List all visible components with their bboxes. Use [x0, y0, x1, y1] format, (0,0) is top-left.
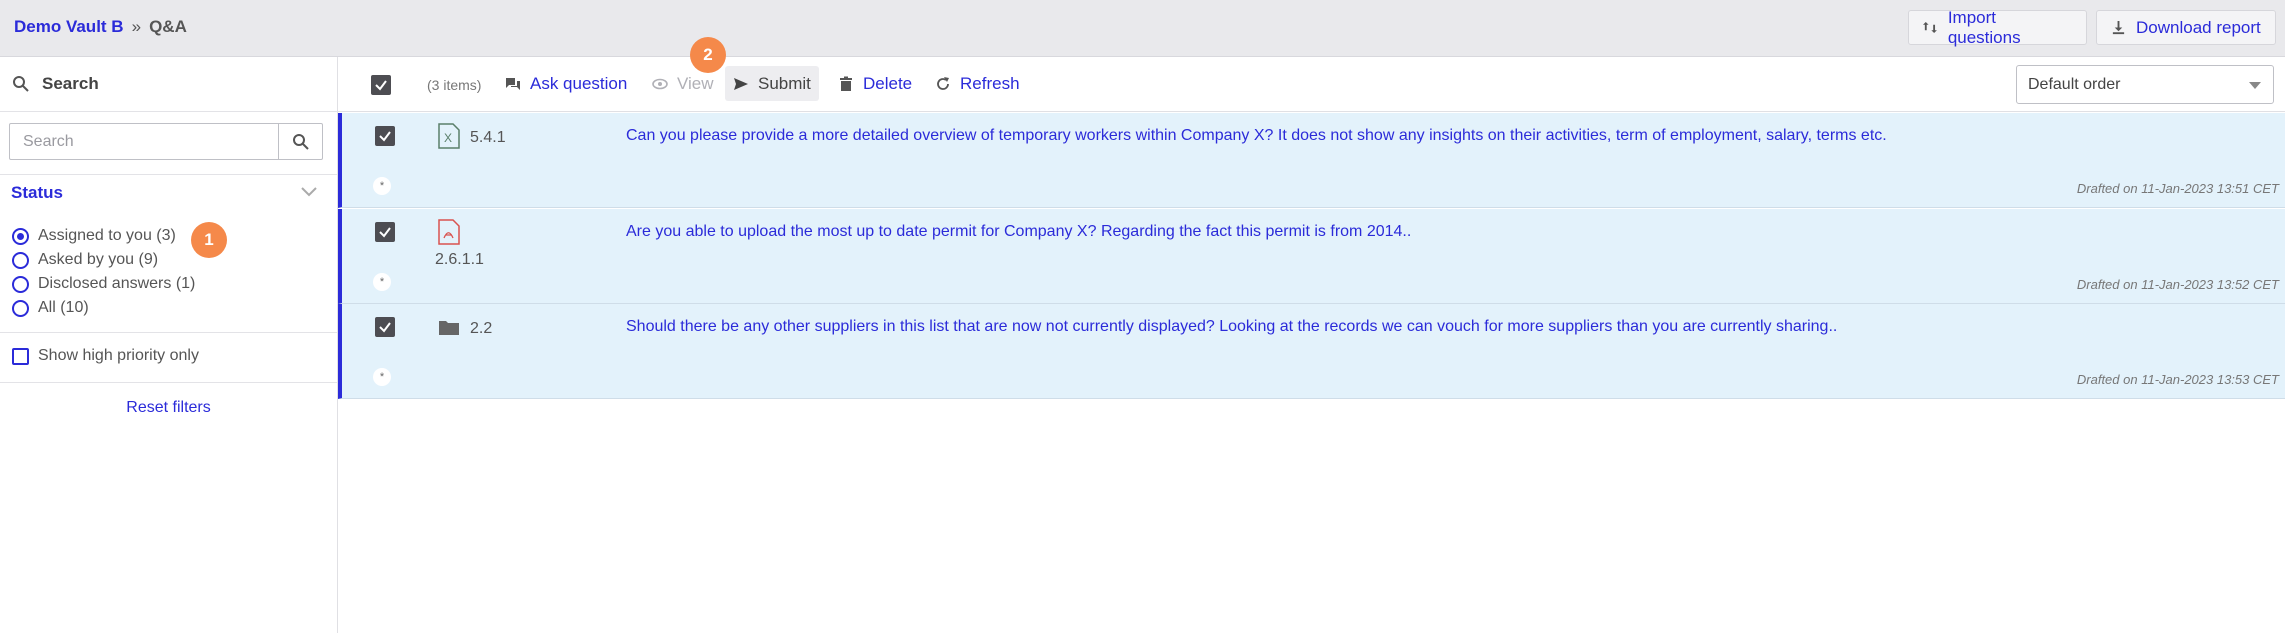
download-report-button[interactable]: Download report	[2096, 10, 2276, 45]
status-option-label: Asked by you (9)	[38, 251, 159, 268]
radio-button[interactable]	[12, 299, 29, 317]
chevron-down-icon[interactable]	[300, 185, 318, 199]
question-text-link[interactable]: Should there be any other suppliers in t…	[626, 318, 1837, 336]
drafted-timestamp: Drafted on 11-Jan-2023 13:53 CET	[2076, 372, 2279, 387]
high-priority-checkbox[interactable]	[12, 347, 29, 365]
status-option-all[interactable]: All (10)	[12, 299, 89, 317]
import-questions-button[interactable]: Import questions	[1908, 7, 2087, 47]
step-badge-1: 1	[191, 222, 227, 258]
checkmark-icon	[375, 80, 387, 91]
status-section-title[interactable]: Status	[11, 183, 63, 203]
sort-order-value: Default order	[2028, 75, 2121, 93]
breadcrumb-separator: »	[131, 17, 142, 36]
high-priority-filter[interactable]: Show high priority only	[12, 347, 199, 365]
breadcrumb-vault-link[interactable]: Demo Vault B	[14, 17, 124, 37]
sort-order-select[interactable]: Default order	[2016, 65, 2274, 104]
pdf-file-icon	[438, 219, 460, 245]
drafted-timestamp: Drafted on 11-Jan-2023 13:51 CET	[2076, 181, 2279, 196]
question-row[interactable]: X 5.4.1 Can you please provide a more de…	[338, 113, 2285, 208]
search-icon	[13, 76, 29, 92]
folder-icon	[439, 321, 459, 335]
question-text-link[interactable]: Can you please provide a more detailed o…	[626, 127, 1887, 145]
sidebar-search-header: Search	[0, 57, 337, 111]
search-button[interactable]	[278, 124, 322, 159]
question-reference: 2.6.1.1	[435, 251, 484, 268]
row-checkbox[interactable]	[375, 317, 395, 337]
status-option-label: All (10)	[38, 299, 89, 316]
sidebar-divider	[0, 382, 337, 383]
status-option-asked[interactable]: Asked by you (9)	[12, 251, 158, 269]
items-count: (3 items)	[427, 77, 482, 93]
sidebar-search-title: Search	[42, 74, 99, 93]
excel-file-icon: X	[438, 123, 460, 149]
refresh-button[interactable]: Refresh	[927, 66, 1028, 101]
chat-icon	[506, 77, 520, 90]
ask-question-label: Ask question	[530, 73, 628, 93]
question-toolbar: (3 items) Ask question View Submit Delet…	[338, 57, 2285, 112]
refresh-label: Refresh	[960, 73, 1020, 93]
sidebar-divider	[0, 332, 337, 333]
sidebar-divider	[0, 111, 337, 112]
question-text-link[interactable]: Are you able to upload the most up to da…	[626, 223, 1411, 241]
dropdown-arrow-icon	[2249, 82, 2261, 89]
send-icon	[734, 77, 748, 90]
submit-button[interactable]: Submit	[725, 66, 819, 101]
priority-marker: *	[373, 177, 391, 195]
download-report-label: Download report	[2136, 17, 2261, 37]
download-icon	[2112, 20, 2125, 35]
filter-sidebar: Search Status Assigned to you (3) Asked …	[0, 57, 338, 633]
breadcrumb: Demo Vault B » Q&A	[14, 17, 187, 37]
breadcrumb-current-page: Q&A	[149, 17, 187, 36]
radio-button[interactable]	[12, 275, 29, 293]
priority-marker: *	[373, 273, 391, 291]
eye-icon	[652, 78, 668, 89]
drafted-timestamp: Drafted on 11-Jan-2023 13:52 CET	[2076, 277, 2279, 292]
checkmark-icon	[379, 227, 391, 238]
select-all-checkbox[interactable]	[371, 75, 391, 95]
status-option-disclosed[interactable]: Disclosed answers (1)	[12, 275, 195, 293]
question-row[interactable]: 2.2 Should there be any other suppliers …	[338, 304, 2285, 399]
search-icon	[292, 133, 309, 150]
view-label: View	[677, 73, 714, 93]
delete-label: Delete	[863, 73, 913, 93]
step-badge-2: 2	[690, 37, 726, 73]
submit-label: Submit	[758, 73, 811, 93]
status-option-label: Disclosed answers (1)	[38, 275, 196, 292]
question-reference: 5.4.1	[470, 129, 506, 146]
search-field	[9, 123, 323, 160]
search-input[interactable]	[10, 124, 278, 159]
import-icon	[1923, 21, 1937, 34]
ask-question-button[interactable]: Ask question	[497, 66, 635, 101]
question-row[interactable]: 2.6.1.1 Are you able to upload the most …	[338, 209, 2285, 304]
high-priority-label: Show high priority only	[38, 347, 199, 364]
sidebar-divider	[0, 174, 337, 175]
trash-icon	[840, 76, 852, 91]
status-option-label: Assigned to you (3)	[38, 227, 176, 244]
refresh-icon	[937, 76, 949, 90]
top-bar: Demo Vault B » Q&A Import questions Down…	[0, 0, 2285, 57]
status-option-assigned[interactable]: Assigned to you (3)	[12, 227, 176, 245]
delete-button[interactable]: Delete	[830, 66, 920, 101]
reset-filters-link[interactable]: Reset filters	[0, 399, 337, 417]
radio-button[interactable]	[12, 251, 29, 269]
checkmark-icon	[379, 131, 391, 142]
priority-marker: *	[373, 368, 391, 386]
radio-button[interactable]	[12, 227, 29, 245]
row-checkbox[interactable]	[375, 126, 395, 146]
checkmark-icon	[379, 322, 391, 333]
import-questions-label: Import questions	[1947, 7, 2021, 47]
svg-text:X: X	[444, 131, 452, 145]
row-checkbox[interactable]	[375, 222, 395, 242]
question-reference: 2.2	[470, 320, 493, 337]
